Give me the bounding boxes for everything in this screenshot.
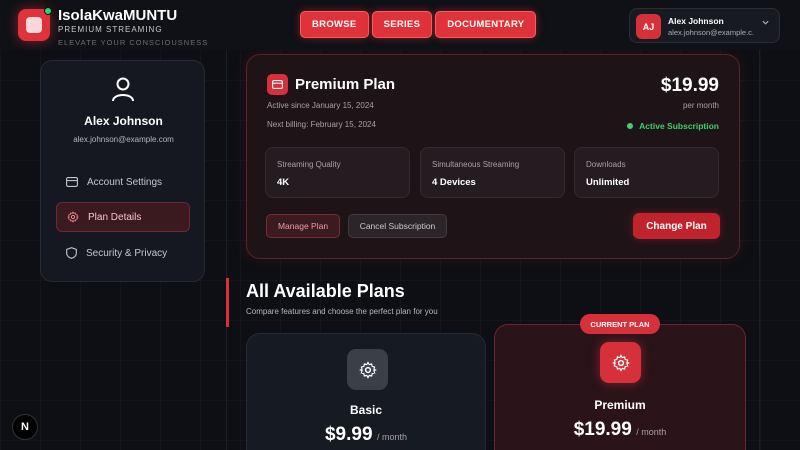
card-icon <box>66 177 78 187</box>
plan-price: $19.99 <box>660 75 719 96</box>
section-subtitle: Compare features and choose the perfect … <box>246 307 438 316</box>
sidebar-user-email: alex.johnson@example.com <box>73 135 174 144</box>
sidebar-user-name: Alex Johnson <box>84 114 163 128</box>
gear-icon <box>347 349 388 390</box>
status-dot-icon <box>627 123 634 129</box>
section-title: All Available Plans <box>246 281 405 301</box>
feature-label: Streaming Quality <box>277 160 341 169</box>
plan-next-billing: Next billing: February 15, 2024 <box>267 120 376 129</box>
feature-streaming-quality: Streaming Quality 4K <box>265 147 410 198</box>
change-plan-button[interactable]: Change Plan <box>633 213 720 239</box>
user-menu[interactable]: AJ Alex Johnson alex.johnson@example.c..… <box>629 8 780 43</box>
plan-tier-premium[interactable]: Premium $19.99 / month <box>494 324 746 450</box>
gear-icon <box>67 211 79 223</box>
plan-period: per month <box>682 101 719 110</box>
feature-downloads: Downloads Unlimited <box>574 147 719 198</box>
user-menu-email: alex.johnson@example.c... <box>668 28 754 37</box>
account-sidebar: Alex Johnson alex.johnson@example.com Ac… <box>40 60 205 282</box>
plan-active-since: Active since January 15, 2024 <box>267 101 374 110</box>
feature-value: 4 Devices <box>432 177 476 188</box>
tier-price: $9.99 / month <box>247 424 485 446</box>
feature-label: Simultaneous Streaming <box>432 160 520 169</box>
nav-series-button[interactable]: SERIES <box>371 11 433 38</box>
main-nav: BROWSE SERIES DOCUMENTARY <box>300 11 537 38</box>
feature-value: 4K <box>277 177 290 188</box>
current-plan-card: Premium Plan Active since January 15, 20… <box>246 54 740 259</box>
tier-price-amount: $19.99 <box>573 419 632 440</box>
feature-simultaneous-streaming: Simultaneous Streaming 4 Devices <box>420 147 565 198</box>
brand-subtitle: PREMIUM STREAMING <box>58 25 163 34</box>
user-menu-name: Alex Johnson <box>668 16 724 26</box>
top-header: IsolaKwaMUNTU PREMIUM STREAMING ELEVATE … <box>0 0 800 50</box>
sidebar-item-label: Account Settings <box>87 176 163 188</box>
sidebar-item-account-settings[interactable]: Account Settings <box>56 167 190 197</box>
shield-icon <box>66 247 77 259</box>
brand-name[interactable]: IsolaKwaMUNTU <box>58 7 177 24</box>
tier-price-period: / month <box>636 427 667 437</box>
sidebar-item-plan-details[interactable]: Plan Details <box>56 202 190 232</box>
status-badge: Active Subscription <box>627 121 719 131</box>
tier-name: Basic <box>349 403 383 417</box>
nav-browse-button[interactable]: BROWSE <box>300 11 369 38</box>
nav-documentary-button[interactable]: DOCUMENTARY <box>435 11 537 38</box>
card-icon <box>267 74 288 95</box>
feature-value: Unlimited <box>586 177 630 188</box>
avatar: AJ <box>636 14 661 39</box>
cancel-subscription-button[interactable]: Cancel Subscription <box>348 214 447 238</box>
gear-icon <box>600 342 641 383</box>
plan-title: Premium Plan <box>295 76 396 93</box>
sidebar-item-label: Security & Privacy <box>86 247 168 259</box>
tier-name: Premium <box>594 398 646 412</box>
chevron-down-icon[interactable] <box>761 18 770 30</box>
tier-price-period: / month <box>376 432 407 442</box>
brand-tagline: ELEVATE YOUR CONSCIOUSNESS <box>58 38 209 47</box>
sidebar-item-label: Plan Details <box>88 211 142 223</box>
feature-label: Downloads <box>586 160 626 169</box>
section-accent-bar <box>226 278 229 327</box>
status-label: Active Subscription <box>639 121 719 131</box>
tier-price: $19.99 / month <box>495 419 745 441</box>
current-plan-badge: CURRENT PLAN <box>580 314 660 334</box>
dev-tools-badge[interactable]: N <box>12 414 38 440</box>
user-icon <box>111 76 135 102</box>
online-status-dot <box>44 7 52 15</box>
sidebar-item-security-privacy[interactable]: Security & Privacy <box>56 238 190 268</box>
plan-tier-basic[interactable]: Basic $9.99 / month <box>246 333 486 450</box>
manage-plan-button[interactable]: Manage Plan <box>266 214 340 238</box>
tier-price-amount: $9.99 <box>324 424 373 445</box>
